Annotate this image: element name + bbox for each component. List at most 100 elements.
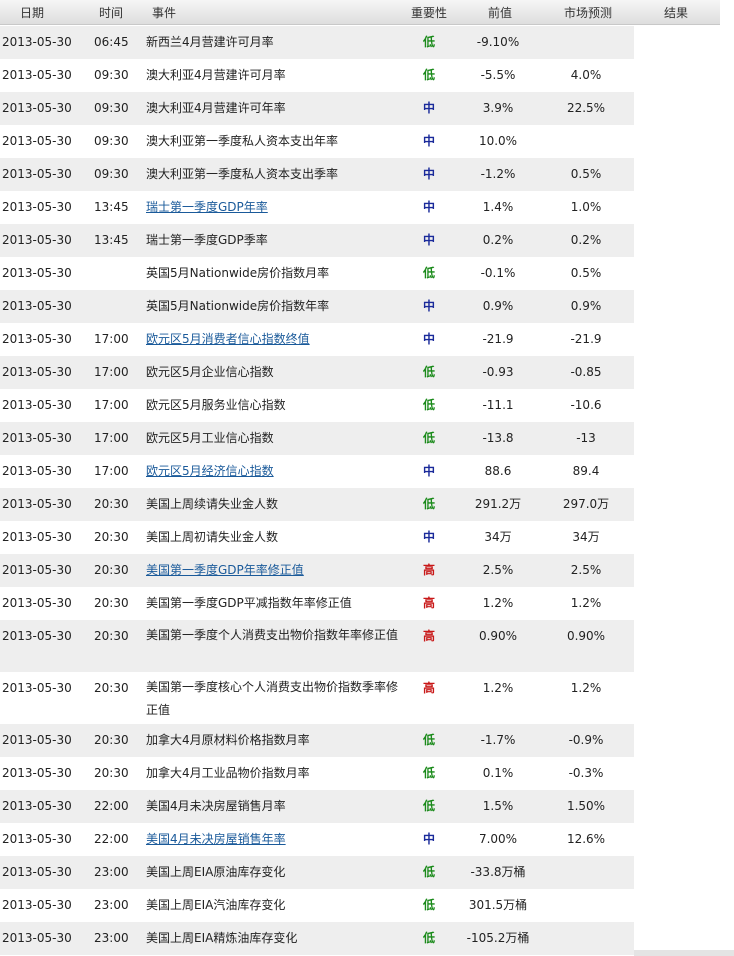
row-time: 22:00 [94, 799, 129, 813]
row-event: 瑞士第一季度GDP年率 [146, 200, 400, 215]
table-row: 2013-05-30 09:30 澳大利亚4月营建许可月率低 -5.5% 4.0% [0, 59, 734, 92]
row-event: 澳大利亚4月营建许可月率 [146, 68, 286, 82]
row-time: 13:45 [94, 200, 129, 214]
row-date: 2013-05-30 [2, 681, 72, 695]
row-event: 新西兰4月营建许可月率 [146, 35, 274, 49]
row-time: 20:30 [94, 681, 129, 695]
row-event: 澳大利亚第一季度私人资本支出季率 [146, 167, 339, 181]
scroll-edge [634, 950, 734, 956]
table-row: 2013-05-30 20:30 美国上周初请失业金人数中 34万 34万 [0, 521, 734, 554]
row-forecast: 297.0万 [562, 497, 610, 511]
row-forecast: -0.9% [568, 733, 604, 747]
row-date: 2013-05-30 [2, 233, 72, 247]
importance-badge: 低 [422, 398, 435, 412]
event-link[interactable]: 欧元区5月消费者信心指数终值 [146, 332, 310, 346]
importance-badge: 高 [422, 629, 435, 643]
row-forecast: 1.0% [570, 200, 602, 214]
importance-badge: 低 [422, 431, 435, 445]
table-row: 2013-05-30 23:00 美国上周EIA原油库存变化 低 -33.8万桶 [0, 856, 734, 889]
row-event: 美国第一季度GDP平减指数年率修正值 [146, 596, 352, 610]
row-time: 22:00 [94, 832, 129, 846]
row-forecast: 0.9% [570, 299, 602, 313]
row-time: 23:00 [94, 931, 129, 945]
row-forecast: 2.5% [570, 563, 602, 577]
row-time: 06:45 [94, 35, 129, 49]
row-forecast: 0.5% [570, 167, 602, 181]
importance-badge: 中 [422, 530, 435, 544]
row-time: 09:30 [94, 134, 129, 148]
row-time: 17:00 [94, 365, 129, 379]
event-link[interactable]: 美国第一季度GDP年率修正值 [146, 563, 304, 577]
importance-badge: 低 [422, 68, 435, 82]
row-forecast: 1.2% [570, 681, 602, 695]
table-row: 2013-05-30 20:30 加拿大4月原材料价格指数月率低 -1.7% -0.9% [0, 724, 734, 757]
row-forecast: 12.6% [566, 832, 606, 846]
row-time: 20:30 [94, 497, 129, 511]
table-row: 2013-05-30 06:45 新西兰4月营建许可月率 低 -9.10% [0, 26, 734, 59]
row-date: 2013-05-30 [2, 766, 72, 780]
table-row: 2013-05-30 英国5月Nationwide房价指数月率低 -0.1% 0.5% [0, 257, 734, 290]
row-event: 欧元区5月工业信心指数 [146, 431, 274, 445]
row-forecast: -0.85 [570, 365, 602, 379]
importance-badge: 中 [422, 134, 435, 148]
row-event: 美国上周EIA汽油库存变化 [146, 898, 286, 912]
row-date: 2013-05-30 [2, 35, 72, 49]
row-date: 2013-05-30 [2, 931, 72, 945]
row-date: 2013-05-30 [2, 464, 72, 478]
row-time: 20:30 [94, 530, 129, 544]
event-link[interactable]: 美国4月未决房屋销售年率 [146, 832, 286, 846]
table-row: 2013-05-30 13:45 瑞士第一季度GDP季率中 0.2% 0.2% [0, 224, 734, 257]
row-date: 2013-05-30 [2, 266, 72, 280]
row-previous: 10.0% [478, 134, 518, 148]
row-event: 加拿大4月原材料价格指数月率 [146, 733, 310, 747]
row-time: 20:30 [94, 596, 129, 610]
event-link[interactable]: 欧元区5月经济信心指数 [146, 464, 274, 478]
row-time: 23:00 [94, 898, 129, 912]
event-table-body: 2013-05-30 06:45 新西兰4月营建许可月率低 -9.10% 2013-05… [0, 26, 734, 955]
table-row: 2013-05-30 17:00 欧元区5月企业信心指数低 -0.93 -0.85 [0, 356, 734, 389]
header-event: 事件 [152, 6, 177, 20]
importance-badge: 低 [422, 733, 435, 747]
table-row: 2013-05-30 23:00 美国上周EIA汽油库存变化 低 301.5万桶 [0, 889, 734, 922]
row-date: 2013-05-30 [2, 365, 72, 379]
row-event: 欧元区5月经济信心指数 [146, 464, 400, 479]
header-date: 日期 [19, 6, 44, 20]
row-event: 澳大利亚第一季度私人资本支出年率 [146, 134, 339, 148]
table-row: 2013-05-30 20:30 美国第一季度GDP平减指数年率修正值高 1.2% 1.… [0, 587, 734, 620]
row-date: 2013-05-30 [2, 733, 72, 747]
row-previous: -105.2万桶 [466, 931, 530, 945]
header-time: 时间 [98, 6, 123, 20]
row-event: 欧元区5月企业信心指数 [146, 365, 274, 379]
header-previous: 前值 [487, 6, 512, 20]
row-date: 2013-05-30 [2, 398, 72, 412]
header-importance: 重要性 [410, 6, 447, 20]
row-event: 美国第一季度GDP年率修正值 [146, 563, 400, 578]
row-date: 2013-05-30 [2, 629, 72, 643]
table-row: 2013-05-30 英国5月Nationwide房价指数年率中 0.9% 0.9% [0, 290, 734, 323]
importance-badge: 中 [422, 200, 435, 214]
header-forecast: 市场预测 [563, 6, 612, 20]
row-time: 13:45 [94, 233, 129, 247]
row-event: 美国上周EIA精炼油库存变化 [146, 931, 298, 945]
row-time: 09:30 [94, 167, 129, 181]
importance-badge: 低 [422, 799, 435, 813]
row-forecast: -0.3% [568, 766, 604, 780]
table-row: 2013-05-30 13:45 瑞士第一季度GDP年率中 1.4% 1.0% [0, 191, 734, 224]
importance-badge: 中 [422, 167, 435, 181]
row-time: 20:30 [94, 629, 129, 643]
row-date: 2013-05-30 [2, 832, 72, 846]
row-time: 20:30 [94, 766, 129, 780]
row-date: 2013-05-30 [2, 898, 72, 912]
row-previous: 301.5万桶 [468, 898, 528, 912]
row-event: 美国4月未决房屋销售月率 [146, 799, 286, 813]
importance-badge: 低 [422, 35, 435, 49]
importance-badge: 低 [422, 365, 435, 379]
row-time: 09:30 [94, 101, 129, 115]
table-row: 2013-05-30 20:30 美国第一季度GDP年率修正值高 2.5% 2.5% [0, 554, 734, 587]
row-date: 2013-05-30 [2, 332, 72, 346]
table-row: 2013-05-30 09:30 澳大利亚第一季度私人资本支出年率 中 10.0% [0, 125, 734, 158]
row-time: 09:30 [94, 68, 129, 82]
event-link[interactable]: 瑞士第一季度GDP年率 [146, 200, 268, 214]
row-event: 美国上周续请失业金人数 [146, 497, 279, 511]
row-forecast: -10.6 [570, 398, 602, 412]
